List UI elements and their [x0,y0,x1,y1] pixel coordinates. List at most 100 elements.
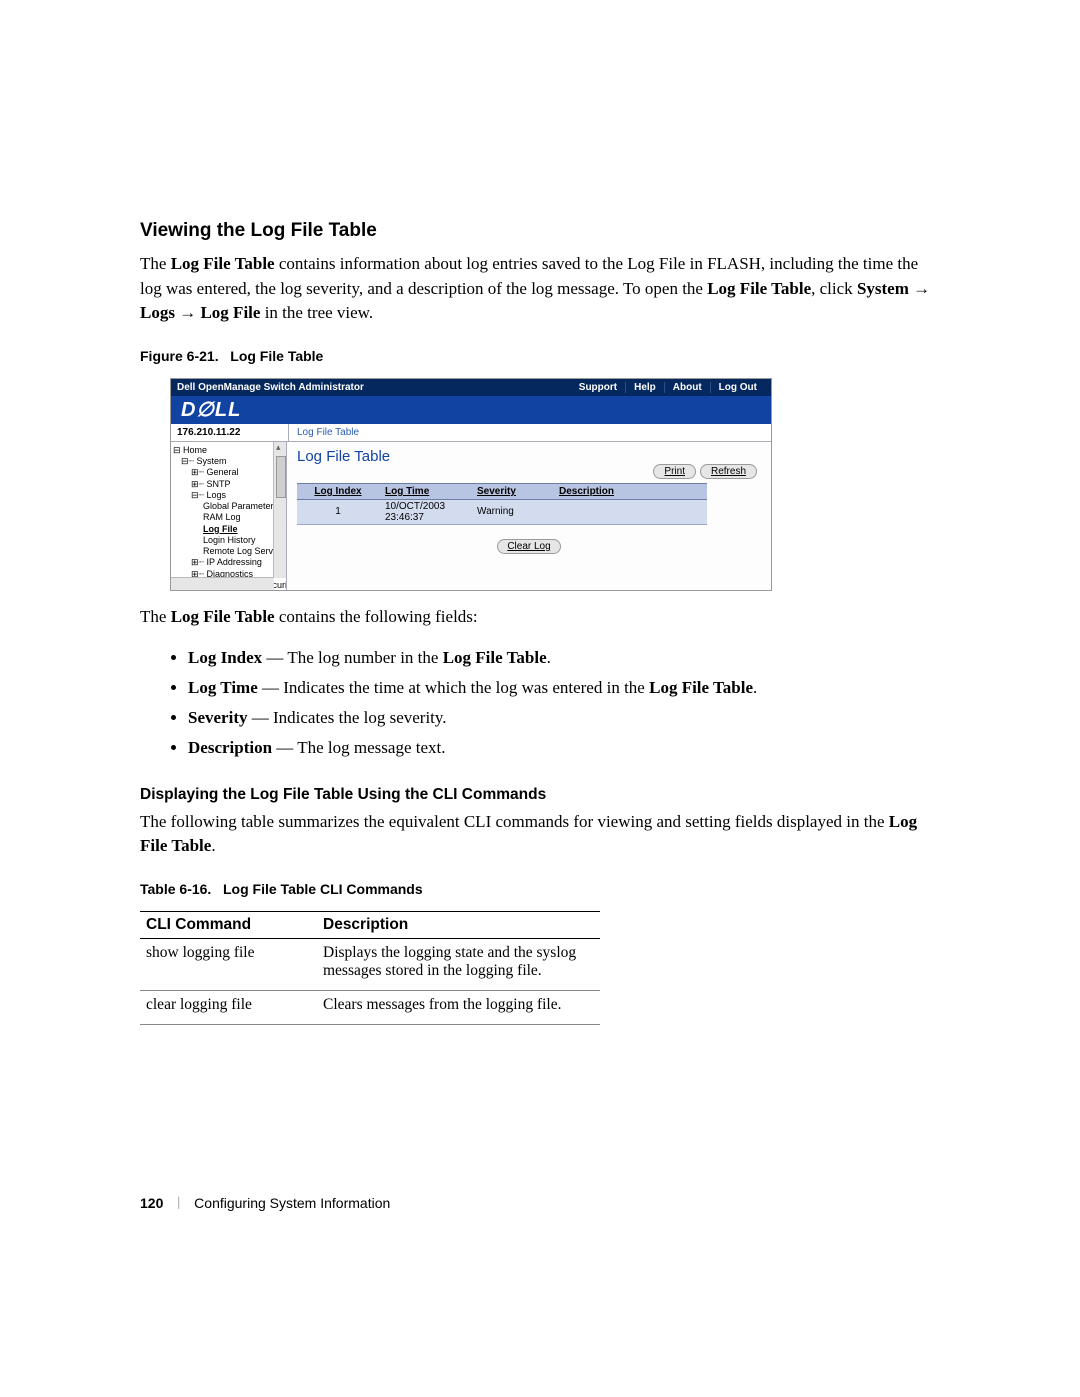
table-row: 1 10/OCT/2003 23:46:37 Warning [297,499,707,524]
field-name: Severity [188,708,247,727]
col-severity: Severity [471,483,553,499]
scrollbar-vertical[interactable] [273,442,286,578]
t: The [140,607,171,626]
panel-title: Log File Table [297,448,761,465]
tree-system[interactable]: ⊟┈ System [173,456,284,467]
t: Remote Log Serv [203,546,273,556]
tree-logs[interactable]: ⊟┈ Logs [173,490,284,501]
window-title: Dell OpenManage Switch Administrator [177,382,364,393]
tree-login[interactable]: Login History [173,535,284,546]
breadcrumb-row: 176.210.11.22 Log File Table [171,424,771,442]
fields-intro: The Log File Table contains the followin… [140,605,940,630]
t: in the tree view. [260,303,373,322]
t: 23:46:37 [385,512,424,523]
t: — The log number in the [262,648,443,667]
table-label: Table 6-16. [140,881,211,897]
t: Logs [140,303,175,322]
col-cli-description: Description [317,912,600,939]
table-title: Log File Table CLI Commands [223,881,423,897]
field-name: Description [188,738,272,757]
t: Home [183,445,207,455]
print-button[interactable]: Print [653,464,696,479]
dell-logo: D∅LL [181,397,241,422]
cli-commands-table: CLI Command Description show logging fil… [140,911,600,1025]
t: Login History [203,535,256,545]
figure-title: Log File Table [230,348,323,364]
col-description: Description [553,483,707,499]
t: RAM Log [203,512,241,522]
col-log-index: Log Index [297,483,379,499]
figure-caption: Figure 6-21. Log File Table [140,348,940,364]
cli-desc: Displays the logging state and the syslo… [317,939,600,991]
t: → [909,279,930,298]
t: . [547,648,551,667]
window-titlebar: Dell OpenManage Switch Administrator Sup… [171,379,771,396]
figure-label: Figure 6-21. [140,348,219,364]
t: Log File Table [707,279,811,298]
tree-remote[interactable]: Remote Log Serv [173,546,284,557]
logo-bar: D∅LL [171,396,771,424]
screenshot-figure: Dell OpenManage Switch Administrator Sup… [170,378,772,591]
cli-heading: Displaying the Log File Table Using the … [140,786,940,804]
cell-time: 10/OCT/2003 23:46:37 [379,499,471,524]
cli-intro: The following table summarizes the equiv… [140,810,940,859]
t: — Indicates the log severity. [247,708,446,727]
tree-general[interactable]: ⊞┈ General [173,467,284,478]
t: The following table summarizes the equiv… [140,812,889,831]
device-ip: 176.210.11.22 [171,424,289,441]
t: Log File Table [649,678,753,697]
list-item: Severity — Indicates the log severity. [188,704,940,732]
tree-logfile[interactable]: Log File [173,524,284,535]
link-logout[interactable]: Log Out [710,382,765,393]
section-heading: Viewing the Log File Table [140,220,940,242]
t: General [206,467,238,477]
t: SNTP [206,479,230,489]
t: Log File [203,524,238,534]
tree-home[interactable]: ⊟ Home [173,445,284,456]
t: Log File Table [171,607,275,626]
t: Logs [206,490,226,500]
page-number: 120 [140,1195,163,1211]
cli-cmd: clear logging file [140,991,317,1025]
cell-index: 1 [297,499,379,524]
t: IP Addressing [206,557,261,567]
t: contains the following fields: [275,607,478,626]
tree-ip[interactable]: ⊞┈ IP Addressing [173,557,284,568]
log-file-table: Log Index Log Time Severity Description … [297,483,707,525]
tree-ram[interactable]: RAM Log [173,512,284,523]
t: — The log message text. [272,738,445,757]
t: Log File Table [171,254,275,273]
header-links: Support Help About Log Out [571,382,765,393]
t: 10/OCT/2003 [385,501,445,512]
intro-paragraph: The Log File Table contains information … [140,252,940,326]
t: , click [811,279,857,298]
cli-cmd: show logging file [140,939,317,991]
list-item: Log Index — The log number in the Log Fi… [188,644,940,672]
t: Log File [200,303,260,322]
cli-desc: Clears messages from the logging file. [317,991,600,1025]
table-header-row: Log Index Log Time Severity Description [297,483,707,499]
cell-description [553,499,707,524]
col-cli-command: CLI Command [140,912,317,939]
scrollbar-horizontal[interactable] [171,577,274,590]
nav-tree[interactable]: ⊟ Home ⊟┈ System ⊞┈ General ⊞┈ SNTP ⊟┈ L… [171,442,287,590]
t: — Indicates the time at which the log wa… [258,678,649,697]
field-name: Log Time [188,678,258,697]
table-row: clear logging file Clears messages from … [140,991,600,1025]
main-panel: Log File Table Print Refresh Log Index L… [287,442,771,590]
t: . [753,678,757,697]
link-about[interactable]: About [664,382,710,393]
footer-separator: | [177,1195,180,1211]
table-row: show logging file Displays the logging s… [140,939,600,991]
cell-severity: Warning [471,499,553,524]
col-log-time: Log Time [379,483,471,499]
link-support[interactable]: Support [571,382,625,393]
refresh-button[interactable]: Refresh [700,464,757,479]
breadcrumb: Log File Table [289,424,367,441]
t: . [211,836,215,855]
clear-log-button[interactable]: Clear Log [497,539,561,554]
field-name: Log Index [188,648,262,667]
link-help[interactable]: Help [625,382,664,393]
tree-global[interactable]: Global Parameter [173,501,284,512]
tree-sntp[interactable]: ⊞┈ SNTP [173,479,284,490]
